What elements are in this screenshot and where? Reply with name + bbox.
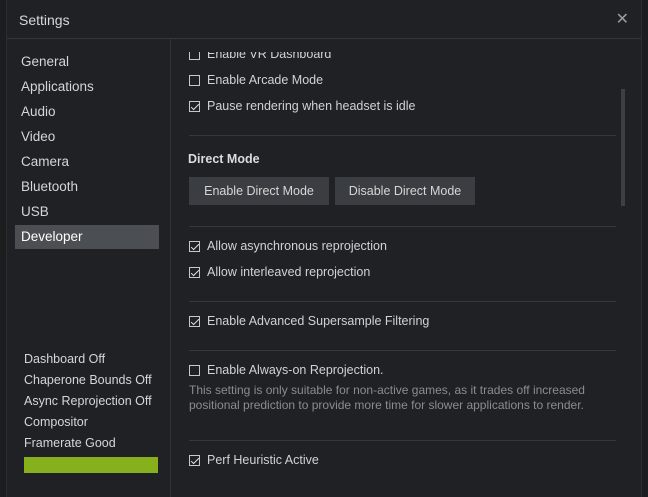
allow-async-reprojection-label: Allow asynchronous reprojection	[207, 239, 387, 253]
sidebar-item-camera[interactable]: Camera	[15, 150, 159, 174]
direct-mode-title: Direct Mode	[188, 152, 260, 166]
sidebar-item-audio[interactable]: Audio	[15, 100, 159, 124]
enable-arcade-mode-row[interactable]: Enable Arcade Mode	[189, 71, 323, 89]
divider	[189, 301, 616, 302]
status-dashboard: Dashboard Off	[24, 352, 106, 366]
pause-rendering-row[interactable]: Pause rendering when headset is idle	[189, 97, 415, 115]
divider	[189, 350, 616, 351]
always-on-reprojection-description: This setting is only suitable for non-ac…	[189, 383, 585, 412]
perf-heuristic-label: Perf Heuristic Active	[207, 453, 319, 467]
always-on-reprojection-label: Enable Always-on Reprojection.	[207, 363, 384, 377]
enable-vr-dashboard-row[interactable]: Enable VR Dashboard	[189, 47, 332, 63]
supersample-filtering-row[interactable]: Enable Advanced Supersample Filtering	[189, 312, 429, 330]
pause-rendering-label: Pause rendering when headset is idle	[207, 99, 416, 113]
title-bar: Settings ✕	[7, 0, 641, 39]
sidebar-item-bluetooth[interactable]: Bluetooth	[15, 175, 159, 199]
developer-settings-panel: Enable VR Dashboard Enable Arcade Mode P…	[171, 39, 641, 497]
divider	[189, 226, 616, 227]
always-on-reprojection-row[interactable]: Enable Always-on Reprojection.	[189, 361, 384, 379]
status-chaperone: Chaperone Bounds Off	[24, 373, 152, 387]
perf-heuristic-row[interactable]: Perf Heuristic Active	[189, 451, 319, 469]
enable-arcade-mode-checkbox[interactable]	[189, 74, 200, 86]
sidebar-item-video[interactable]: Video	[15, 125, 159, 149]
status-framerate: Framerate Good	[24, 436, 116, 450]
window-title: Settings	[19, 12, 70, 28]
divider	[189, 135, 616, 136]
sidebar-item-usb[interactable]: USB	[15, 200, 159, 224]
pause-rendering-checkbox[interactable]	[189, 100, 200, 112]
enable-vr-dashboard-label: Enable VR Dashboard	[207, 47, 332, 61]
supersample-filtering-checkbox[interactable]	[189, 315, 200, 327]
divider	[189, 440, 616, 441]
perf-heuristic-checkbox[interactable]	[189, 454, 200, 466]
sidebar: General Applications Audio Video Camera …	[7, 39, 171, 497]
status-async-reprojection: Async Reprojection Off	[24, 394, 152, 408]
enable-direct-mode-button[interactable]: Enable Direct Mode	[189, 177, 329, 205]
allow-interleaved-reprojection-checkbox[interactable]	[189, 266, 200, 278]
supersample-filtering-label: Enable Advanced Supersample Filtering	[207, 314, 430, 328]
allow-async-reprojection-checkbox[interactable]	[189, 240, 200, 252]
status-compositor: Compositor	[24, 415, 88, 429]
close-icon[interactable]: ✕	[616, 9, 629, 29]
framerate-bar	[24, 457, 158, 473]
sidebar-item-developer[interactable]: Developer	[15, 225, 159, 249]
enable-arcade-mode-label: Enable Arcade Mode	[207, 73, 324, 87]
always-on-reprojection-checkbox[interactable]	[189, 364, 200, 376]
disable-direct-mode-button[interactable]: Disable Direct Mode	[335, 177, 475, 205]
settings-window: Settings ✕ General Applications Audio Vi…	[6, 0, 642, 497]
scrollbar-thumb[interactable]	[621, 89, 625, 206]
sidebar-item-general[interactable]: General	[15, 50, 159, 74]
sidebar-item-applications[interactable]: Applications	[15, 75, 159, 99]
enable-vr-dashboard-checkbox[interactable]	[189, 52, 200, 60]
allow-async-reprojection-row[interactable]: Allow asynchronous reprojection	[189, 237, 387, 255]
allow-interleaved-reprojection-row[interactable]: Allow interleaved reprojection	[189, 263, 370, 281]
allow-interleaved-reprojection-label: Allow interleaved reprojection	[207, 265, 371, 279]
